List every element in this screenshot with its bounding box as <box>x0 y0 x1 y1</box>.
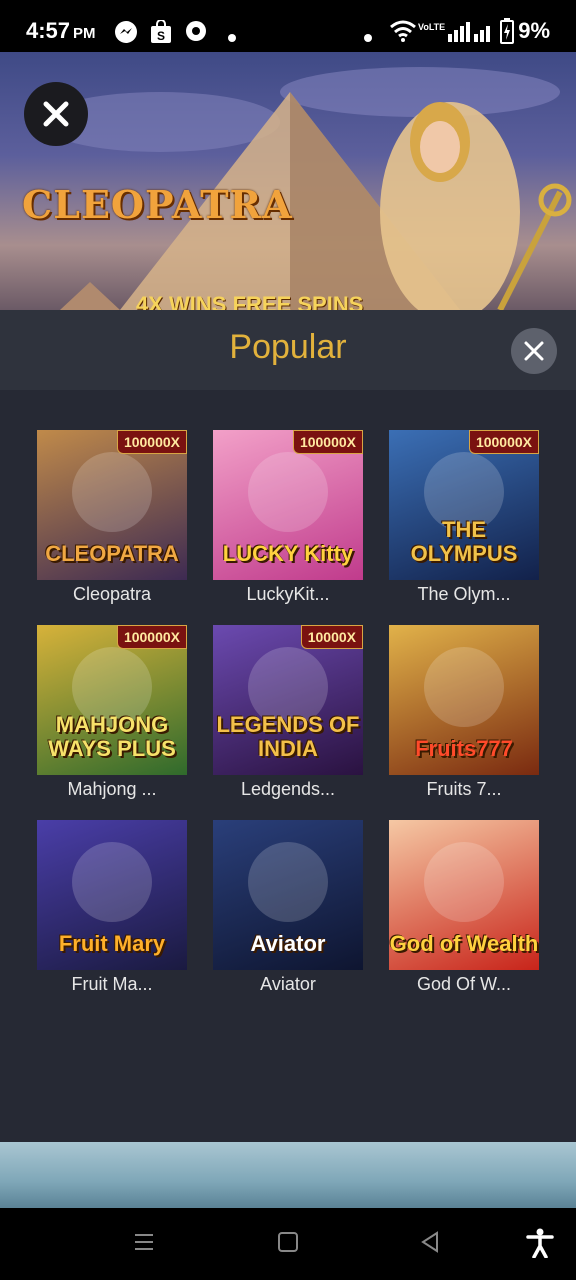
game-tile[interactable]: 100000X LUCKY Kitty LuckyKit... <box>213 430 363 605</box>
game-character-art <box>424 647 504 727</box>
notification-dot-icon <box>228 29 236 47</box>
game-character-art <box>72 842 152 922</box>
game-character-art <box>424 842 504 922</box>
game-label: The Olym... <box>417 584 511 604</box>
game-thumbnail[interactable]: 100000X MAHJONG WAYS PLUS <box>37 625 187 775</box>
game-tile[interactable]: 100000X CLEOPATRA Cleopatra <box>37 430 187 605</box>
game-tile[interactable]: 100000X MAHJONG WAYS PLUS Mahjong ... <box>37 625 187 800</box>
game-tile[interactable]: 10000X LEGENDS OF INDIA Ledgends... <box>213 625 363 800</box>
game-logo-text: God of Wealth <box>389 931 539 956</box>
dot-icon <box>364 29 372 47</box>
game-thumbnail[interactable]: Fruit Mary <box>37 820 187 970</box>
game-thumbnail[interactable]: 100000X LUCKY Kitty <box>213 430 363 580</box>
popular-header: Popular <box>0 310 576 390</box>
banner-logo: CLEOPATRA <box>22 182 293 227</box>
battery-icon <box>500 18 514 49</box>
game-tile[interactable]: Aviator Aviator <box>213 820 363 995</box>
game-label: God Of W... <box>416 974 512 994</box>
close-icon <box>43 101 69 127</box>
games-grid: 100000X CLEOPATRA Cleopatra 100000X LUCKY Ki… <box>0 390 576 1142</box>
game-logo-text: LUCKY Kitty <box>222 541 354 566</box>
bottom-banner-strip <box>0 1142 576 1208</box>
game-logo-text: MAHJONG WAYS PLUS <box>48 712 176 761</box>
home-button[interactable] <box>276 1230 300 1259</box>
game-logo-text: LEGENDS OF INDIA <box>216 712 360 761</box>
game-label: LuckyKit... <box>246 584 330 604</box>
accessibility-button[interactable] <box>526 1228 554 1263</box>
game-character-art <box>248 842 328 922</box>
game-thumbnail[interactable]: Fruits777 <box>389 625 539 775</box>
system-nav-bar <box>0 1208 576 1280</box>
game-tile[interactable]: Fruit Mary Fruit Ma... <box>37 820 187 995</box>
game-thumbnail[interactable]: 100000X CLEOPATRA <box>37 430 187 580</box>
menu-lines-icon <box>135 1234 153 1250</box>
close-icon <box>524 341 544 361</box>
shop-icon: S <box>150 19 172 49</box>
game-character-art <box>248 452 328 532</box>
multiplier-badge: 10000X <box>300 625 363 649</box>
game-tile[interactable]: 100000X THE OLYMPUS The Olym... <box>389 430 539 605</box>
ball-icon <box>185 20 207 47</box>
banner-close-button[interactable] <box>24 82 88 146</box>
game-logo-text: THE OLYMPUS <box>410 517 518 566</box>
wifi-icon <box>390 20 416 47</box>
game-logo-text: Fruit Mary <box>58 931 166 956</box>
game-thumbnail[interactable]: 10000X LEGENDS OF INDIA <box>213 625 363 775</box>
messenger-icon <box>114 20 138 49</box>
square-icon <box>278 1232 298 1252</box>
game-tile[interactable]: God of Wealth God Of W... <box>389 820 539 995</box>
promo-banner[interactable]: CLEOPATRA 4X WINS FREE SPINS <box>0 52 576 310</box>
multiplier-badge: 100000X <box>116 430 187 454</box>
recent-apps-button[interactable] <box>132 1230 156 1259</box>
game-logo-text: CLEOPATRA <box>45 541 179 566</box>
multiplier-badge: 100000X <box>468 430 539 454</box>
game-label: Mahjong ... <box>67 779 157 799</box>
status-time: 4:57 PM <box>26 18 96 43</box>
game-logo-text: Aviator <box>250 931 326 956</box>
battery-percent: 9% <box>518 18 550 43</box>
signal-icon <box>448 20 494 47</box>
back-button[interactable] <box>418 1230 442 1259</box>
game-label: Ledgends... <box>240 779 336 799</box>
game-logo-text: Fruits777 <box>415 736 513 761</box>
accessibility-icon <box>526 1228 554 1259</box>
game-label: Cleopatra <box>72 584 152 604</box>
game-thumbnail[interactable]: 100000X THE OLYMPUS <box>389 430 539 580</box>
game-thumbnail[interactable]: Aviator <box>213 820 363 970</box>
svg-text:S: S <box>157 29 165 43</box>
game-label: Fruits 7... <box>426 779 502 799</box>
banner-tagline: 4X WINS FREE SPINS <box>136 292 364 310</box>
triangle-back-icon <box>421 1231 438 1253</box>
game-character-art <box>72 452 152 532</box>
multiplier-badge: 100000X <box>116 625 187 649</box>
banner-art <box>40 67 572 310</box>
game-tile[interactable]: Fruits777 Fruits 7... <box>389 625 539 800</box>
popup-close-button[interactable] <box>511 328 557 374</box>
popup-title: Popular <box>229 328 347 366</box>
volte-label: VoLTE <box>418 22 446 32</box>
game-label: Fruit Ma... <box>71 974 153 994</box>
multiplier-badge: 100000X <box>292 430 363 454</box>
game-thumbnail[interactable]: God of Wealth <box>389 820 539 970</box>
game-label: Aviator <box>260 974 316 994</box>
